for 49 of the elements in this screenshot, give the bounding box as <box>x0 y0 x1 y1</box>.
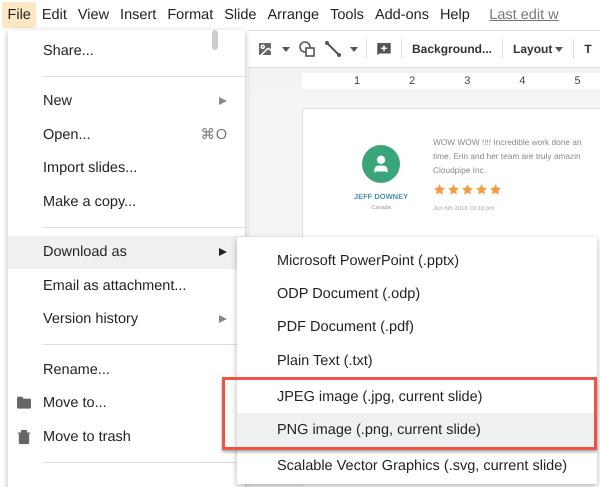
avatar-icon <box>362 145 400 183</box>
review-text: Cloudpipe Inc. <box>433 164 488 177</box>
submenu-arrow-icon <box>219 315 227 324</box>
folder-icon <box>16 395 32 412</box>
submenu-arrow-icon <box>219 97 227 106</box>
review-text: WOW WOW !!!! Incredible work done an <box>433 136 582 149</box>
submenu-arrow-icon <box>219 248 227 256</box>
add-comment-icon[interactable] <box>375 40 393 58</box>
menu-item[interactable]: Plain Text (.txt) <box>237 344 597 378</box>
menu-tab[interactable]: File <box>2 2 36 28</box>
menu-tab[interactable]: Arrange <box>262 2 325 28</box>
toolbar-button[interactable]: T <box>582 38 594 60</box>
star-icon <box>447 183 460 196</box>
menu-item[interactable]: Make a copy... <box>8 185 245 218</box>
menu-tab[interactable]: Edit <box>36 2 72 28</box>
menu-item[interactable]: Download as <box>8 236 245 269</box>
menu-item[interactable]: New <box>8 84 245 118</box>
menu-item[interactable]: Share... <box>8 34 245 68</box>
caret-icon <box>555 46 564 52</box>
last-edit-link[interactable]: Last edit w <box>489 7 559 23</box>
image-icon[interactable] <box>256 40 274 58</box>
ruler-number: 4 <box>519 75 526 87</box>
trash-icon <box>16 428 32 445</box>
review-text: time. Erin and her team are truly amazin <box>433 150 582 163</box>
menu-item[interactable]: Import slides... <box>8 152 245 185</box>
caret-icon <box>350 46 358 52</box>
menu-tab[interactable]: Help <box>434 2 476 28</box>
menu-item[interactable]: PNG image (.png, current slide) <box>237 413 594 447</box>
menu-tab[interactable]: Format <box>162 2 219 28</box>
menu-tab[interactable]: Insert <box>114 2 162 28</box>
ruler-number: 5 <box>574 75 581 87</box>
star-icon <box>475 183 488 196</box>
menu-tab[interactable]: Slide <box>218 2 262 28</box>
caret-icon <box>282 46 290 52</box>
star-icon <box>489 183 502 196</box>
menu-tab[interactable]: View <box>72 2 115 28</box>
toolbar-button[interactable]: Background... <box>410 38 494 60</box>
toolbar-button[interactable]: Layout <box>511 38 566 60</box>
ruler-number: 2 <box>409 75 416 87</box>
star-icon <box>433 183 446 196</box>
scrollbar-thumb[interactable] <box>212 30 218 50</box>
shapes-icon[interactable] <box>298 40 316 58</box>
menu-tab[interactable]: Add-ons <box>369 2 434 28</box>
ruler-number: 3 <box>464 75 470 87</box>
ruler-number: 1 <box>354 75 360 87</box>
star-icon <box>461 183 474 196</box>
menu-item[interactable]: Open... ⌘O <box>8 118 245 152</box>
line-icon[interactable] <box>324 40 342 58</box>
menu-tab[interactable]: Tools <box>324 2 370 28</box>
